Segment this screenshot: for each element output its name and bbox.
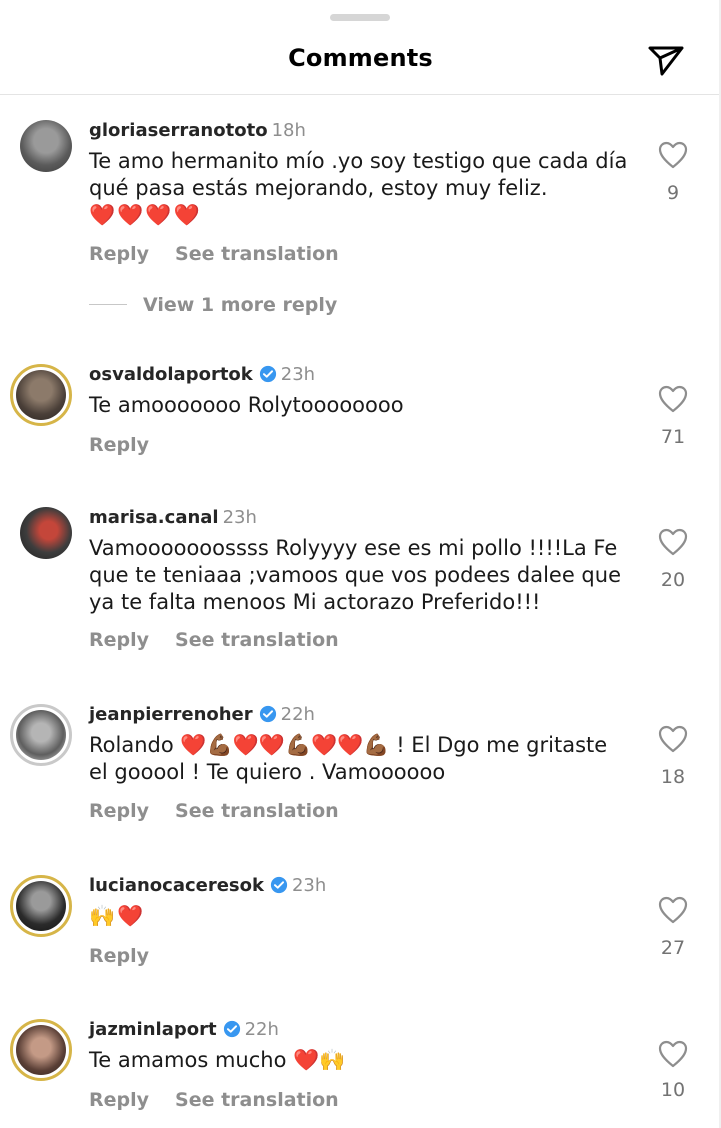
username[interactable]: lucianocaceresok: [89, 875, 264, 896]
drag-handle[interactable]: [330, 14, 390, 21]
comment-meta: jeanpierrenoher 22h: [89, 704, 315, 725]
divider: [89, 304, 127, 305]
username[interactable]: marisa.canal: [89, 507, 219, 528]
avatar[interactable]: [20, 507, 72, 559]
see-translation-button[interactable]: See translation: [175, 243, 339, 265]
username[interactable]: jeanpierrenoher: [89, 704, 253, 725]
comment-text: Te amo hermanito mío .yo soy testigo que…: [89, 148, 629, 229]
comment-meta: gloriaserranototo 18h: [89, 120, 306, 141]
verified-badge-icon: [270, 876, 288, 894]
avatar[interactable]: [10, 1019, 72, 1081]
comment-meta: marisa.canal 23h: [89, 507, 257, 528]
comment-actions: Reply: [89, 945, 175, 967]
view-more-replies[interactable]: View 1 more reply: [89, 294, 337, 316]
page-title: Comments: [288, 44, 433, 72]
timestamp: 22h: [244, 1019, 279, 1040]
timestamp: 23h: [222, 507, 257, 528]
comment-text: Te amamos mucho ❤️🙌: [89, 1048, 346, 1072]
heart-icon[interactable]: [657, 140, 689, 170]
verified-badge-icon: [259, 705, 276, 723]
timestamp: 23h: [280, 364, 316, 385]
comment-meta: jazminlaport 22h: [89, 1019, 279, 1040]
username[interactable]: gloriaserranototo: [89, 120, 268, 141]
heart-icon[interactable]: [657, 895, 689, 925]
avatar[interactable]: [20, 120, 72, 172]
timestamp: 23h: [291, 875, 327, 896]
reply-button[interactable]: Reply: [89, 800, 149, 822]
comment-text: Rolando ❤️💪🏾❤️❤️💪🏾❤️❤️💪🏾 ! El Dgo me gri…: [89, 733, 608, 784]
comment-actions: Reply See translation: [89, 629, 365, 651]
view-more-label: View 1 more reply: [143, 294, 338, 316]
reply-button[interactable]: Reply: [89, 629, 149, 651]
heart-icon[interactable]: [657, 527, 689, 557]
reply-button[interactable]: Reply: [89, 1089, 149, 1111]
timestamp: 18h: [271, 120, 306, 141]
username[interactable]: jazminlaport: [89, 1019, 217, 1040]
comment-text: Te amooooooo Rolytoooooooo: [89, 393, 404, 417]
send-icon[interactable]: [646, 40, 686, 80]
verified-badge-icon: [223, 1020, 240, 1038]
username[interactable]: osvaldolaportok: [89, 364, 253, 385]
comments-header: Comments: [0, 30, 721, 95]
reply-button[interactable]: Reply: [89, 434, 149, 456]
comment-actions: Reply See translation: [89, 800, 365, 822]
avatar[interactable]: [10, 364, 72, 426]
verified-badge-icon: [259, 365, 276, 383]
heart-icon[interactable]: [657, 724, 689, 754]
comments-sheet: Comments gloriaserranototo 18h Te amo her…: [0, 0, 721, 1128]
comment-actions: Reply See translation: [89, 243, 365, 265]
timestamp: 22h: [280, 704, 315, 725]
like-count: 9: [666, 182, 680, 204]
see-translation-button[interactable]: See translation: [175, 1089, 339, 1111]
comment-meta: osvaldolaportok 23h: [89, 364, 315, 385]
comment-meta: lucianocaceresok 23h: [89, 875, 326, 896]
comment-body: Te amo hermanito mío .yo soy testigo que…: [89, 149, 628, 200]
like-count: 27: [660, 937, 686, 959]
see-translation-button[interactable]: See translation: [175, 629, 339, 651]
see-translation-button[interactable]: See translation: [175, 800, 339, 822]
avatar[interactable]: [10, 704, 72, 766]
like-count: 20: [660, 569, 686, 591]
comment-text: Vamooooooossss Rolyyyy ese es mi pollo !…: [89, 536, 621, 614]
comment-emoji: ❤️❤️❤️❤️: [89, 203, 202, 227]
heart-icon[interactable]: [657, 1039, 689, 1069]
like-count: 71: [660, 426, 686, 448]
heart-icon[interactable]: [657, 384, 689, 414]
reply-button[interactable]: Reply: [89, 945, 149, 967]
comment-text: 🙌❤️: [89, 904, 146, 928]
like-count: 10: [660, 1079, 686, 1101]
like-count: 18: [660, 766, 686, 788]
comment-actions: Reply See translation: [89, 1089, 365, 1111]
avatar[interactable]: [10, 875, 72, 937]
reply-button[interactable]: Reply: [89, 243, 149, 265]
comment-actions: Reply: [89, 434, 175, 456]
